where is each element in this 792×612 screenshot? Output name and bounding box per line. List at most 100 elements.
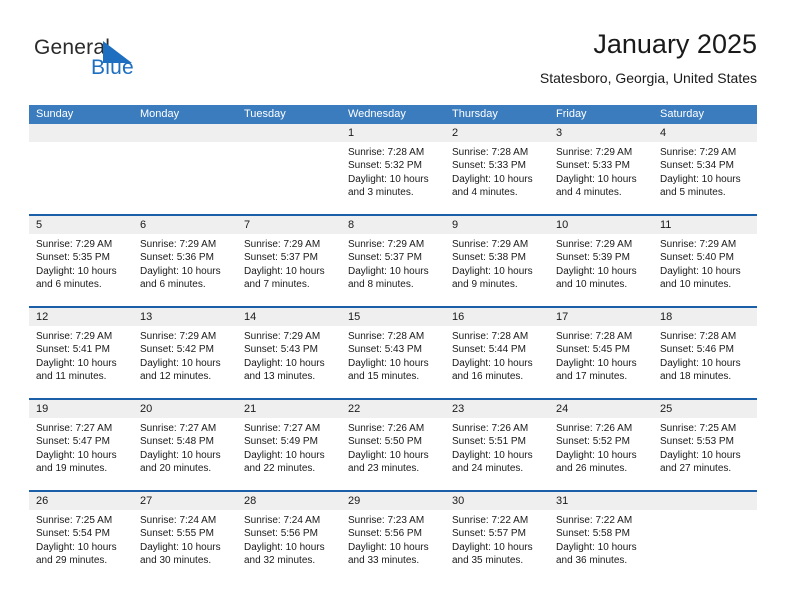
- calendar-day-cell[interactable]: 18 Sunrise: 7:28 AM Sunset: 5:46 PM Dayligh…: [653, 308, 757, 398]
- day-details: Sunrise: 7:25 AM Sunset: 5:53 PM Daylight:…: [653, 418, 757, 476]
- day-number: 10: [549, 216, 653, 234]
- daylight-text-line1: Daylight: 10 hours: [348, 541, 429, 553]
- calendar-day-cell[interactable]: 1 Sunrise: 7:28 AM Sunset: 5:32 PM Daylight…: [341, 124, 445, 214]
- daylight-text-line2: and 18 minutes.: [660, 371, 732, 383]
- calendar-day-cell[interactable]: 7 Sunrise: 7:29 AM Sunset: 5:37 PM Daylight…: [237, 216, 341, 306]
- sunrise-text: Sunrise: 7:29 AM: [244, 331, 321, 342]
- daylight-text-line2: and 19 minutes.: [36, 463, 108, 475]
- calendar-day-cell[interactable]: 15 Sunrise: 7:28 AM Sunset: 5:43 PM Dayligh…: [341, 308, 445, 398]
- sunrise-text: Sunrise: 7:24 AM: [244, 515, 321, 526]
- calendar-day-cell[interactable]: 25 Sunrise: 7:25 AM Sunset: 5:53 PM Dayligh…: [653, 400, 757, 490]
- daylight-text-line2: and 12 minutes.: [140, 371, 212, 383]
- sunset-text: Sunset: 5:35 PM: [36, 252, 110, 264]
- calendar-day-cell[interactable]: 22 Sunrise: 7:26 AM Sunset: 5:50 PM Dayligh…: [341, 400, 445, 490]
- calendar-day-cell[interactable]: 21 Sunrise: 7:27 AM Sunset: 5:49 PM Dayligh…: [237, 400, 341, 490]
- day-number: 31: [549, 492, 653, 510]
- calendar-weeks: 1 Sunrise: 7:28 AM Sunset: 5:32 PM Daylight…: [29, 124, 757, 582]
- day-details: Sunrise: 7:27 AM Sunset: 5:49 PM Daylight:…: [237, 418, 341, 476]
- calendar-day-cell-empty: [653, 492, 757, 582]
- day-details: Sunrise: 7:25 AM Sunset: 5:54 PM Daylight:…: [29, 510, 133, 568]
- calendar-day-cell[interactable]: 23 Sunrise: 7:26 AM Sunset: 5:51 PM Dayligh…: [445, 400, 549, 490]
- calendar-day-cell[interactable]: 19 Sunrise: 7:27 AM Sunset: 5:47 PM Dayligh…: [29, 400, 133, 490]
- daylight-text-line2: and 24 minutes.: [452, 463, 524, 475]
- day-details: Sunrise: 7:29 AM Sunset: 5:34 PM Daylight:…: [653, 142, 757, 200]
- day-number: [29, 124, 133, 142]
- sunrise-text: Sunrise: 7:29 AM: [348, 239, 425, 250]
- calendar-day-cell[interactable]: 5 Sunrise: 7:29 AM Sunset: 5:35 PM Daylight…: [29, 216, 133, 306]
- daylight-text-line1: Daylight: 10 hours: [244, 541, 325, 553]
- sunset-text: Sunset: 5:34 PM: [660, 160, 734, 172]
- sunrise-text: Sunrise: 7:29 AM: [140, 239, 217, 250]
- daylight-text-line1: Daylight: 10 hours: [452, 265, 533, 277]
- day-number: 6: [133, 216, 237, 234]
- day-number: 11: [653, 216, 757, 234]
- daylight-text-line2: and 23 minutes.: [348, 463, 420, 475]
- daylight-text-line2: and 6 minutes.: [36, 279, 102, 291]
- calendar-day-cell[interactable]: 16 Sunrise: 7:28 AM Sunset: 5:44 PM Dayligh…: [445, 308, 549, 398]
- daylight-text-line2: and 29 minutes.: [36, 555, 108, 567]
- day-number: 22: [341, 400, 445, 418]
- day-number: [237, 124, 341, 142]
- sunrise-text: Sunrise: 7:28 AM: [348, 331, 425, 342]
- daylight-text-line2: and 11 minutes.: [36, 371, 107, 383]
- sunset-text: Sunset: 5:46 PM: [660, 344, 734, 356]
- day-details: Sunrise: 7:29 AM Sunset: 5:40 PM Daylight:…: [653, 234, 757, 292]
- day-number: 23: [445, 400, 549, 418]
- calendar-day-cell[interactable]: 30 Sunrise: 7:22 AM Sunset: 5:57 PM Dayligh…: [445, 492, 549, 582]
- general-blue-logo[interactable]: General Blue: [34, 36, 154, 88]
- sunset-text: Sunset: 5:42 PM: [140, 344, 214, 356]
- sunrise-text: Sunrise: 7:26 AM: [556, 423, 633, 434]
- calendar-day-cell[interactable]: 3 Sunrise: 7:29 AM Sunset: 5:33 PM Daylight…: [549, 124, 653, 214]
- day-number: 24: [549, 400, 653, 418]
- calendar-day-cell[interactable]: 14 Sunrise: 7:29 AM Sunset: 5:43 PM Dayligh…: [237, 308, 341, 398]
- day-number: 15: [341, 308, 445, 326]
- day-details: Sunrise: 7:29 AM Sunset: 5:42 PM Daylight:…: [133, 326, 237, 384]
- sunrise-text: Sunrise: 7:25 AM: [36, 515, 113, 526]
- calendar-day-cell[interactable]: 24 Sunrise: 7:26 AM Sunset: 5:52 PM Dayligh…: [549, 400, 653, 490]
- calendar-day-cell[interactable]: 28 Sunrise: 7:24 AM Sunset: 5:56 PM Dayligh…: [237, 492, 341, 582]
- calendar-day-cell[interactable]: 27 Sunrise: 7:24 AM Sunset: 5:55 PM Dayligh…: [133, 492, 237, 582]
- daylight-text-line2: and 17 minutes.: [556, 371, 628, 383]
- calendar-day-cell[interactable]: 2 Sunrise: 7:28 AM Sunset: 5:33 PM Daylight…: [445, 124, 549, 214]
- daylight-text-line1: Daylight: 10 hours: [140, 265, 221, 277]
- daylight-text-line2: and 36 minutes.: [556, 555, 628, 567]
- day-details: Sunrise: 7:26 AM Sunset: 5:52 PM Daylight:…: [549, 418, 653, 476]
- calendar-day-cell[interactable]: 10 Sunrise: 7:29 AM Sunset: 5:39 PM Dayligh…: [549, 216, 653, 306]
- sunset-text: Sunset: 5:51 PM: [452, 436, 526, 448]
- calendar-day-cell[interactable]: 11 Sunrise: 7:29 AM Sunset: 5:40 PM Dayligh…: [653, 216, 757, 306]
- daylight-text-line2: and 30 minutes.: [140, 555, 212, 567]
- calendar-day-cell[interactable]: 8 Sunrise: 7:29 AM Sunset: 5:37 PM Daylight…: [341, 216, 445, 306]
- day-details: Sunrise: 7:29 AM Sunset: 5:37 PM Daylight:…: [237, 234, 341, 292]
- sunrise-text: Sunrise: 7:27 AM: [140, 423, 217, 434]
- daylight-text-line2: and 16 minutes.: [452, 371, 524, 383]
- daylight-text-line1: Daylight: 10 hours: [36, 265, 117, 277]
- calendar-day-cell[interactable]: 31 Sunrise: 7:22 AM Sunset: 5:58 PM Dayligh…: [549, 492, 653, 582]
- calendar-day-cell[interactable]: 13 Sunrise: 7:29 AM Sunset: 5:42 PM Dayligh…: [133, 308, 237, 398]
- sunrise-text: Sunrise: 7:22 AM: [556, 515, 633, 526]
- calendar-day-cell[interactable]: 6 Sunrise: 7:29 AM Sunset: 5:36 PM Daylight…: [133, 216, 237, 306]
- calendar-day-cell[interactable]: 9 Sunrise: 7:29 AM Sunset: 5:38 PM Daylight…: [445, 216, 549, 306]
- sunrise-text: Sunrise: 7:27 AM: [244, 423, 321, 434]
- calendar-week-row: 1 Sunrise: 7:28 AM Sunset: 5:32 PM Daylight…: [29, 124, 757, 214]
- calendar-day-cell[interactable]: 17 Sunrise: 7:28 AM Sunset: 5:45 PM Dayligh…: [549, 308, 653, 398]
- daylight-text-line1: Daylight: 10 hours: [348, 357, 429, 369]
- sunset-text: Sunset: 5:55 PM: [140, 528, 214, 540]
- day-details: Sunrise: 7:24 AM Sunset: 5:56 PM Daylight:…: [237, 510, 341, 568]
- day-details: Sunrise: 7:27 AM Sunset: 5:48 PM Daylight:…: [133, 418, 237, 476]
- day-number: 17: [549, 308, 653, 326]
- calendar-day-cell[interactable]: 26 Sunrise: 7:25 AM Sunset: 5:54 PM Dayligh…: [29, 492, 133, 582]
- sunrise-text: Sunrise: 7:25 AM: [660, 423, 737, 434]
- daylight-text-line1: Daylight: 10 hours: [244, 449, 325, 461]
- sunrise-text: Sunrise: 7:29 AM: [244, 239, 321, 250]
- calendar-day-cell[interactable]: 4 Sunrise: 7:29 AM Sunset: 5:34 PM Daylight…: [653, 124, 757, 214]
- calendar-day-cell[interactable]: 12 Sunrise: 7:29 AM Sunset: 5:41 PM Dayligh…: [29, 308, 133, 398]
- sunset-text: Sunset: 5:48 PM: [140, 436, 214, 448]
- day-number: 1: [341, 124, 445, 142]
- daylight-text-line2: and 7 minutes.: [244, 279, 310, 291]
- day-number: 30: [445, 492, 549, 510]
- day-number: 4: [653, 124, 757, 142]
- sunset-text: Sunset: 5:56 PM: [348, 528, 422, 540]
- calendar-day-cell[interactable]: 29 Sunrise: 7:23 AM Sunset: 5:56 PM Dayligh…: [341, 492, 445, 582]
- calendar-week-row: 26 Sunrise: 7:25 AM Sunset: 5:54 PM Dayligh…: [29, 490, 757, 582]
- calendar-day-cell[interactable]: 20 Sunrise: 7:27 AM Sunset: 5:48 PM Dayligh…: [133, 400, 237, 490]
